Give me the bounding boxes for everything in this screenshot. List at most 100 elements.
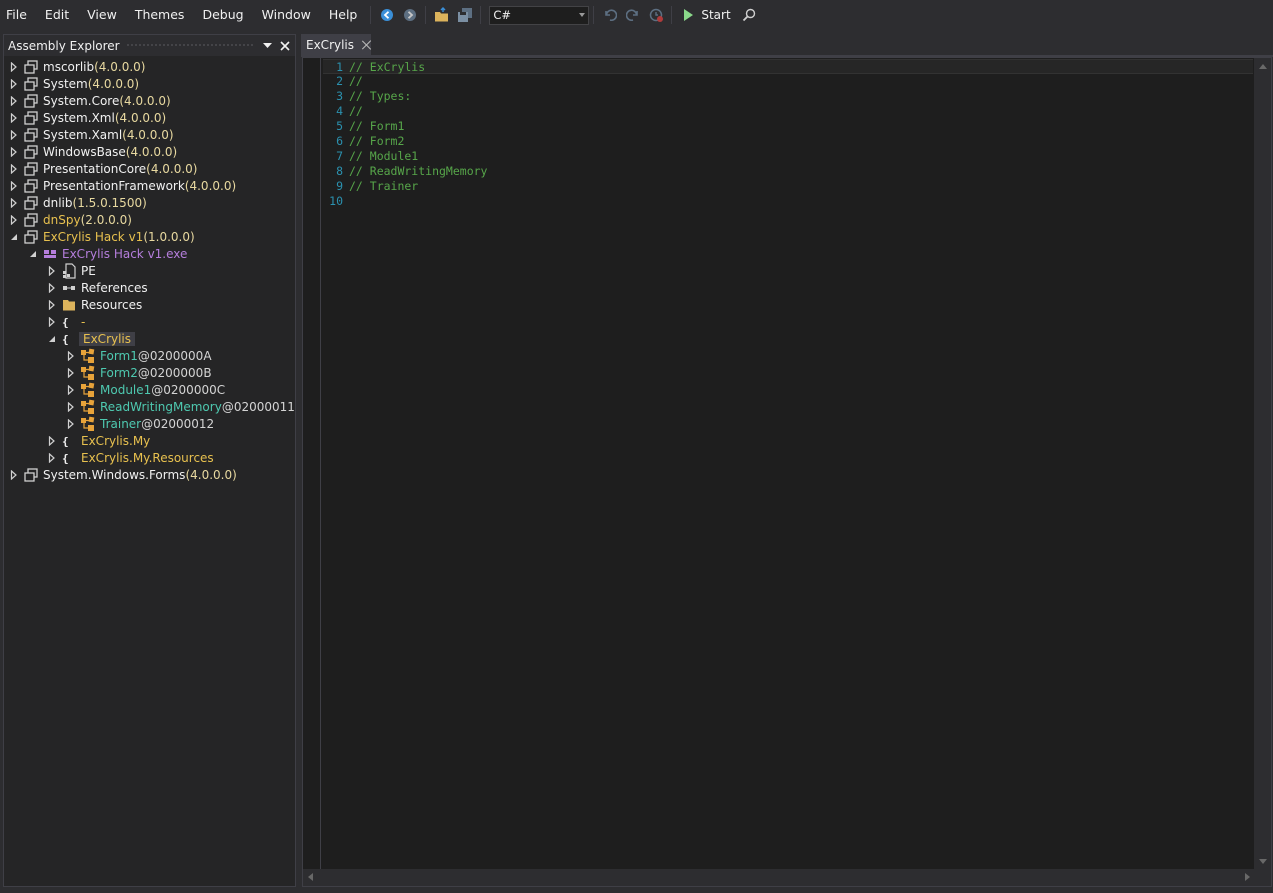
collapsed-arrow-icon[interactable] xyxy=(9,129,19,140)
tree-item[interactable]: dnSpy (2.0.0.0) xyxy=(4,211,295,228)
collapsed-arrow-icon[interactable] xyxy=(9,214,19,225)
code-line[interactable]: 4 // xyxy=(323,104,1253,119)
forward-button[interactable] xyxy=(399,4,421,26)
code-line[interactable]: 6 // Form2 xyxy=(323,134,1253,149)
tree-item[interactable]: Form1 @0200000A xyxy=(4,347,295,364)
code-editor[interactable]: 1 // ExCrylis 2 // 3 // Types: 4 // 5 // Form1 6 //… xyxy=(302,57,1272,887)
tree-item[interactable]: Module1 @0200000C xyxy=(4,381,295,398)
collapsed-arrow-icon[interactable] xyxy=(66,384,76,395)
scroll-right-arrow-icon[interactable] xyxy=(1245,873,1250,881)
menu-file[interactable]: File xyxy=(0,4,36,26)
tree-item[interactable]: mscorlib (4.0.0.0) xyxy=(4,58,295,75)
collapsed-arrow-icon[interactable] xyxy=(9,163,19,174)
collapsed-arrow-icon[interactable] xyxy=(66,350,76,361)
tree-item[interactable]: System (4.0.0.0) xyxy=(4,75,295,92)
tree-item[interactable]: dnlib (1.5.0.1500) xyxy=(4,194,295,211)
expanded-arrow-icon[interactable] xyxy=(47,334,57,344)
collapsed-arrow-icon[interactable] xyxy=(9,469,19,480)
vertical-scrollbar[interactable] xyxy=(1254,58,1271,870)
toolbar-separator xyxy=(480,6,482,24)
line-number: 4 xyxy=(336,104,343,118)
menu-themes[interactable]: Themes xyxy=(126,4,194,26)
collapsed-arrow-icon[interactable] xyxy=(9,197,19,208)
collapsed-arrow-icon[interactable] xyxy=(9,61,19,72)
tree-item[interactable]: { }- xyxy=(4,313,295,330)
collapsed-arrow-icon[interactable] xyxy=(66,401,76,412)
code-line[interactable]: 9 // Trainer xyxy=(323,179,1253,194)
language-select[interactable]: C# xyxy=(489,5,590,25)
collapsed-arrow-icon[interactable] xyxy=(47,452,57,463)
tree-item[interactable]: Trainer @02000012 xyxy=(4,415,295,432)
tree-item[interactable]: PresentationFramework (4.0.0.0) xyxy=(4,177,295,194)
tree-item[interactable]: { } ExCrylis.My.Resources xyxy=(4,449,295,466)
chevron-down-icon xyxy=(579,13,586,17)
assembly-explorer-panel: Assembly Explorer mscorlib (4.0.0.0) Syst… xyxy=(3,34,296,887)
scroll-up-arrow-icon[interactable] xyxy=(1259,64,1267,69)
drag-grip[interactable] xyxy=(125,43,253,48)
redo-button[interactable] xyxy=(622,4,644,26)
menu-edit[interactable]: Edit xyxy=(36,4,78,26)
code-line[interactable]: 7 // Module1 xyxy=(323,149,1253,164)
menu-view[interactable]: View xyxy=(78,4,126,26)
tree-item[interactable]: Resources xyxy=(4,296,295,313)
search-button[interactable] xyxy=(738,4,760,26)
horizontal-scrollbar[interactable] xyxy=(303,869,1255,886)
tree-item[interactable]: PE xyxy=(4,262,295,279)
tree-item[interactable]: References xyxy=(4,279,295,296)
collapsed-arrow-icon[interactable] xyxy=(9,112,19,123)
collapsed-arrow-icon[interactable] xyxy=(9,146,19,157)
undo-button[interactable] xyxy=(599,4,621,26)
code-line[interactable]: 10 xyxy=(323,194,1253,209)
tree-item[interactable]: WindowsBase (4.0.0.0) xyxy=(4,143,295,160)
tree-item[interactable]: System.Xaml (4.0.0.0) xyxy=(4,126,295,143)
menu-window[interactable]: Window xyxy=(253,4,320,26)
tree-item[interactable]: System.Xml (4.0.0.0) xyxy=(4,109,295,126)
tree-item-name: ReadWritingMemory xyxy=(100,399,222,414)
tree-item[interactable]: System.Windows.Forms (4.0.0.0) xyxy=(4,466,295,483)
tree-item[interactable]: ExCrylis Hack v1.exe xyxy=(4,245,295,262)
collapsed-arrow-icon[interactable] xyxy=(66,367,76,378)
expanded-arrow-icon[interactable] xyxy=(28,249,38,259)
collapsed-arrow-icon[interactable] xyxy=(66,418,76,429)
assembly-icon xyxy=(23,161,39,177)
tree-item[interactable]: ExCrylis Hack v1 (1.0.0.0) xyxy=(4,228,295,245)
collapsed-arrow-icon[interactable] xyxy=(9,95,19,106)
save-button[interactable] xyxy=(454,4,476,26)
back-button[interactable] xyxy=(376,4,398,26)
code-area[interactable]: 1 // ExCrylis 2 // 3 // Types: 4 // 5 // Form1 6 //… xyxy=(323,58,1253,209)
expanded-arrow-icon[interactable] xyxy=(9,232,19,242)
panel-close-button[interactable] xyxy=(277,38,293,54)
collapsed-arrow-icon[interactable] xyxy=(9,78,19,89)
tree-item[interactable]: PresentationCore (4.0.0.0) xyxy=(4,160,295,177)
code-line[interactable]: 8 // ReadWritingMemory xyxy=(323,164,1253,179)
scroll-down-arrow-icon[interactable] xyxy=(1259,859,1267,864)
tree-item[interactable]: Form2 @0200000B xyxy=(4,364,295,381)
collapsed-arrow-icon[interactable] xyxy=(47,435,57,446)
code-line[interactable]: 1 // ExCrylis xyxy=(323,59,1253,74)
history-button[interactable] xyxy=(645,4,667,26)
tree-item[interactable]: System.Core (4.0.0.0) xyxy=(4,92,295,109)
collapsed-arrow-icon[interactable] xyxy=(47,299,57,310)
close-icon[interactable] xyxy=(362,40,371,50)
tab-excrylis[interactable]: ExCrylis xyxy=(301,34,371,56)
code-line[interactable]: 5 // Form1 xyxy=(323,119,1253,134)
toolbar-separator xyxy=(370,6,372,24)
menu-help[interactable]: Help xyxy=(320,4,367,26)
collapsed-arrow-icon[interactable] xyxy=(47,265,57,276)
scroll-left-arrow-icon[interactable] xyxy=(308,873,313,881)
collapsed-arrow-icon[interactable] xyxy=(9,180,19,191)
collapsed-arrow-icon[interactable] xyxy=(47,282,57,293)
menu-debug[interactable]: Debug xyxy=(193,4,252,26)
tree-item[interactable]: ReadWritingMemory @02000011 xyxy=(4,398,295,415)
code-line[interactable]: 2 // xyxy=(323,74,1253,89)
collapsed-arrow-icon[interactable] xyxy=(47,316,57,327)
open-button[interactable] xyxy=(431,4,453,26)
tree-item[interactable]: { } ExCrylis.My xyxy=(4,432,295,449)
panel-menu-button[interactable] xyxy=(259,38,275,54)
tree-item-token: @0200000B xyxy=(137,365,212,380)
code-line[interactable]: 3 // Types: xyxy=(323,89,1253,104)
scrollbar-corner xyxy=(1254,869,1271,886)
tree-item[interactable]: { }ExCrylis xyxy=(4,330,295,347)
assembly-icon xyxy=(23,229,39,245)
start-button[interactable]: Start xyxy=(680,4,736,26)
